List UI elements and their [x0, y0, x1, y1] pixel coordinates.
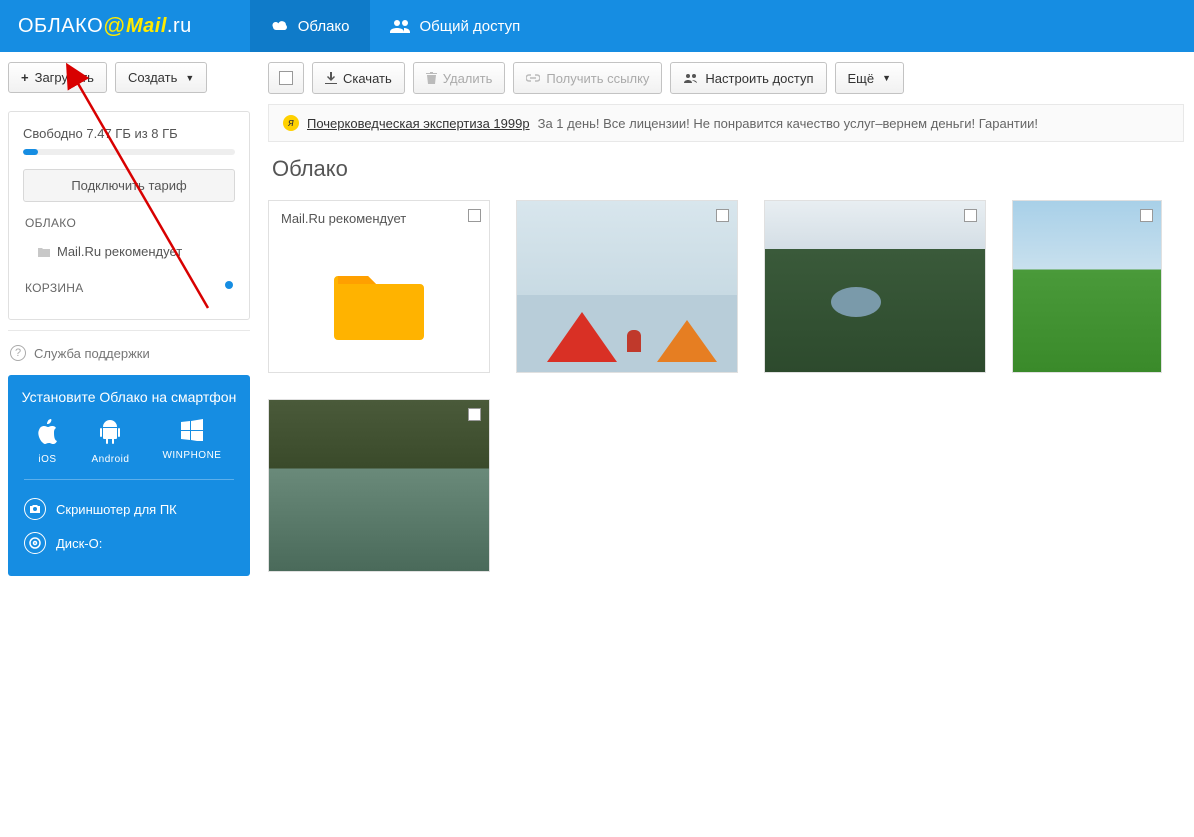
- question-icon: ?: [10, 345, 26, 361]
- android-icon: [99, 419, 121, 445]
- cloud-section-label: ОБЛАКО: [25, 216, 233, 230]
- create-label: Создать: [128, 70, 177, 85]
- upload-button[interactable]: + Загрузить: [8, 62, 107, 93]
- sidebar-item-recommended[interactable]: Mail.Ru рекомендует: [23, 238, 235, 265]
- tile-photo-4[interactable]: [268, 399, 490, 572]
- ad-link[interactable]: Почерковедческая экспертиза 1999р: [307, 116, 530, 131]
- download-label: Скачать: [343, 71, 392, 86]
- tile-photo-3[interactable]: [1012, 200, 1162, 373]
- tile-checkbox[interactable]: [716, 209, 729, 222]
- trash-indicator-dot: [225, 281, 233, 289]
- main-content: Скачать Удалить Получить ссылку Настроит…: [258, 52, 1194, 586]
- tab-cloud[interactable]: Облако: [250, 0, 370, 52]
- file-grid: Mail.Ru рекомендует: [268, 200, 1184, 572]
- more-label: Ещё: [848, 71, 875, 86]
- nav-tabs: Облако Общий доступ: [250, 0, 541, 52]
- promo-winphone[interactable]: WINPHONE: [162, 419, 221, 465]
- tab-cloud-label: Облако: [298, 18, 350, 35]
- promo-screenshoter[interactable]: Скриншотер для ПК: [20, 492, 238, 526]
- get-link-label: Получить ссылку: [546, 71, 649, 86]
- link-icon: [526, 74, 540, 82]
- plus-icon: +: [21, 70, 29, 85]
- mobile-promo: Установите Облако на смартфон iOS Androi…: [8, 375, 250, 576]
- cloud-icon: [270, 19, 290, 33]
- logo-text-3: .ru: [167, 15, 192, 38]
- more-button[interactable]: Ещё ▼: [835, 62, 905, 94]
- trash-icon: [426, 72, 437, 84]
- windows-icon: [181, 419, 203, 441]
- disk-icon: [24, 532, 46, 554]
- tile-photo-2[interactable]: [764, 200, 986, 373]
- promo-title: Установите Облако на смартфон: [20, 389, 238, 405]
- promo-android-label: Android: [92, 454, 130, 465]
- trash-section-label[interactable]: КОРЗИНА: [25, 281, 84, 295]
- promo-winphone-label: WINPHONE: [162, 450, 221, 461]
- logo-at: @: [103, 13, 126, 39]
- promo-disk-label: Диск-О:: [56, 536, 102, 551]
- get-link-button[interactable]: Получить ссылку: [513, 62, 662, 94]
- tile-folder-recommended[interactable]: Mail.Ru рекомендует: [268, 200, 490, 373]
- logo-text-2: Mail: [126, 15, 167, 38]
- logo-text-1: ОБЛАКО: [18, 15, 103, 38]
- folder-icon: [37, 246, 51, 258]
- tile-checkbox[interactable]: [468, 209, 481, 222]
- promo-ios-label: iOS: [37, 454, 59, 465]
- share-button[interactable]: Настроить доступ: [670, 62, 826, 94]
- logo[interactable]: ОБЛАКО @ Mail .ru: [0, 13, 210, 39]
- delete-label: Удалить: [443, 71, 493, 86]
- ad-icon: я: [283, 115, 299, 131]
- promo-ios[interactable]: iOS: [37, 419, 59, 465]
- ad-text: За 1 день! Все лицензии! Не понравится к…: [538, 116, 1038, 131]
- tile-label: Mail.Ru рекомендует: [269, 201, 489, 236]
- apple-icon: [37, 419, 59, 445]
- promo-screenshoter-label: Скриншотер для ПК: [56, 502, 177, 517]
- tab-shared[interactable]: Общий доступ: [370, 0, 541, 52]
- share-label: Настроить доступ: [705, 71, 813, 86]
- people-icon: [390, 19, 412, 33]
- ad-banner[interactable]: я Почерковедческая экспертиза 1999р За 1…: [268, 104, 1184, 142]
- promo-disk-o[interactable]: Диск-О:: [20, 526, 238, 560]
- tile-checkbox[interactable]: [964, 209, 977, 222]
- upload-label: Загрузить: [35, 70, 94, 85]
- support-label: Служба поддержки: [34, 346, 150, 361]
- sidebar-item-label: Mail.Ru рекомендует: [57, 244, 182, 259]
- promo-android[interactable]: Android: [92, 419, 130, 465]
- download-button[interactable]: Скачать: [312, 62, 405, 94]
- storage-panel: Свободно 7.47 ГБ из 8 ГБ Подключить тари…: [8, 111, 250, 320]
- delete-button[interactable]: Удалить: [413, 62, 506, 94]
- create-button[interactable]: Создать ▼: [115, 62, 207, 93]
- download-icon: [325, 72, 337, 84]
- storage-fill: [23, 149, 38, 155]
- chevron-down-icon: ▼: [185, 73, 194, 83]
- folder-large-icon: [269, 236, 489, 372]
- tile-checkbox[interactable]: [468, 408, 481, 421]
- tab-shared-label: Общий доступ: [420, 18, 521, 35]
- camera-icon: [24, 498, 46, 520]
- tile-checkbox[interactable]: [1140, 209, 1153, 222]
- checkbox-icon: [279, 71, 293, 85]
- chevron-down-icon: ▼: [882, 73, 891, 83]
- tile-photo-1[interactable]: [516, 200, 738, 373]
- page-title: Облако: [268, 156, 1184, 182]
- tariff-button[interactable]: Подключить тариф: [23, 169, 235, 202]
- support-link[interactable]: ? Служба поддержки: [8, 330, 250, 375]
- app-header: ОБЛАКО @ Mail .ru Облако Общий доступ: [0, 0, 1194, 52]
- select-all-checkbox[interactable]: [268, 62, 304, 94]
- storage-bar: [23, 149, 235, 155]
- storage-text: Свободно 7.47 ГБ из 8 ГБ: [23, 126, 235, 141]
- people-icon: [683, 73, 699, 83]
- sidebar: + Загрузить Создать ▼ Свободно 7.47 ГБ и…: [0, 52, 258, 586]
- main-toolbar: Скачать Удалить Получить ссылку Настроит…: [268, 62, 1184, 94]
